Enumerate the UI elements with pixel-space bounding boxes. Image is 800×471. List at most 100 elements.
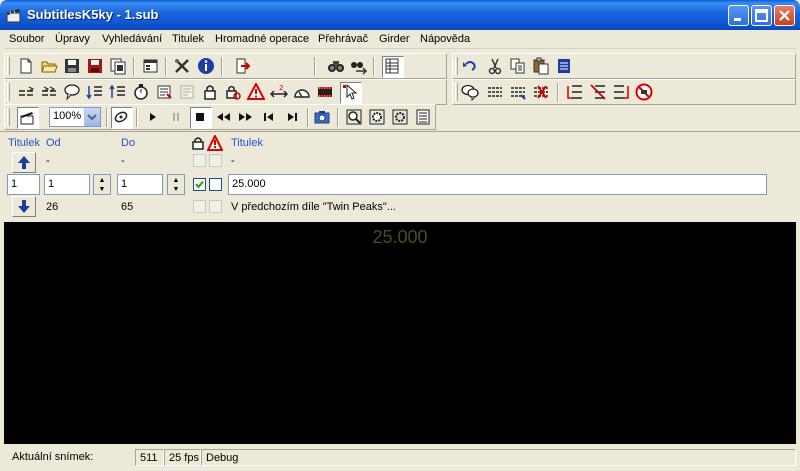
toolbar-grip[interactable] — [7, 83, 10, 101]
spin-up-icon[interactable]: ▲ — [94, 176, 110, 185]
index-input[interactable]: 1 — [7, 174, 40, 195]
warning-checkbox[interactable] — [209, 178, 222, 191]
stop-button[interactable] — [190, 107, 212, 129]
do-input[interactable]: 1 — [117, 174, 163, 195]
find-button[interactable] — [327, 57, 345, 75]
settings-frame-button[interactable] — [368, 108, 386, 126]
chevron-down-icon[interactable] — [84, 108, 100, 126]
merge-button[interactable] — [86, 83, 104, 101]
toolbar-separator — [373, 57, 375, 76]
copy-button[interactable] — [509, 57, 527, 75]
do-spinner[interactable]: ▲ ▼ — [167, 174, 185, 195]
gauge-button[interactable] — [293, 83, 311, 101]
warning-button[interactable] — [247, 83, 265, 101]
speech-button[interactable] — [63, 83, 81, 101]
spin-up-icon[interactable]: ▲ — [168, 176, 184, 185]
play-button[interactable] — [144, 108, 162, 126]
lines-edit-button[interactable] — [509, 83, 527, 101]
info-button[interactable] — [197, 57, 215, 75]
menu-hromadne-operace[interactable]: Hromadné operace — [215, 33, 309, 45]
toolbar-grip[interactable] — [7, 57, 10, 75]
menu-prehravac[interactable]: Přehrávač — [318, 33, 368, 45]
prev-subtitle-button[interactable] — [12, 152, 36, 173]
document-button[interactable] — [555, 57, 573, 75]
od-input[interactable]: 1 — [44, 174, 90, 195]
minimize-button[interactable] — [728, 5, 749, 26]
toolbar-grip[interactable] — [455, 57, 458, 75]
subtitle-text-input[interactable]: 25.000 — [228, 174, 767, 195]
grid-view-button[interactable] — [382, 56, 404, 78]
properties-button[interactable] — [142, 57, 160, 75]
spin-down-icon[interactable]: ▼ — [94, 185, 110, 194]
shift-button[interactable] — [17, 83, 35, 101]
paste-button[interactable] — [532, 57, 550, 75]
menu-vyhledavani[interactable]: Vyhledávání — [102, 33, 162, 45]
maximize-button[interactable] — [751, 5, 772, 26]
copy-file-button[interactable] — [109, 57, 127, 75]
exit-icon — [236, 58, 251, 74]
prev-frame-button[interactable] — [260, 108, 278, 126]
menu-girder[interactable]: Girder — [379, 33, 410, 45]
clapper-icon — [20, 112, 34, 125]
player-toolbar: 100% — [4, 104, 436, 130]
od-spinner[interactable]: ▲ ▼ — [93, 174, 111, 195]
video-preview[interactable]: 25.000 — [4, 222, 796, 444]
undo-button[interactable] — [461, 57, 479, 75]
save-button[interactable] — [63, 57, 81, 75]
header-do: Do — [121, 137, 136, 149]
sync-button[interactable] — [155, 83, 173, 101]
toolbar-grip[interactable] — [7, 108, 10, 126]
stretch-button[interactable]: 2 — [270, 83, 288, 101]
lines-button[interactable] — [486, 83, 504, 101]
pointer-button[interactable] — [340, 82, 362, 104]
zoom-select[interactable]: 100% — [49, 107, 101, 127]
list-frame-button[interactable] — [414, 108, 432, 126]
exit-button[interactable] — [233, 57, 251, 75]
speech-bubbles-button[interactable] — [461, 83, 479, 101]
next-frame-button[interactable] — [283, 108, 301, 126]
new-file-button[interactable] — [17, 57, 35, 75]
lines-delete-button[interactable] — [532, 83, 550, 101]
stopwatch-button[interactable] — [132, 83, 150, 101]
no-entry-button[interactable] — [635, 83, 653, 101]
zoom-frame-button[interactable] — [345, 108, 363, 126]
insert-after-button[interactable] — [612, 83, 630, 101]
sync-disabled-button[interactable] — [178, 83, 196, 101]
next-subtitle-button[interactable] — [12, 196, 36, 217]
clapper-button[interactable] — [17, 107, 39, 129]
rewind-button[interactable] — [214, 108, 232, 126]
tools-button[interactable] — [173, 57, 191, 75]
save-as-button[interactable] — [86, 57, 104, 75]
zoom-value: 100% — [53, 110, 82, 122]
split-button[interactable] — [109, 83, 127, 101]
menu-napoveda[interactable]: Nápověda — [420, 33, 470, 45]
lock-checkbox[interactable] — [193, 178, 206, 191]
settings-frame2-button[interactable] — [391, 108, 409, 126]
find-next-button[interactable] — [350, 57, 368, 75]
delete-row-icon — [590, 84, 606, 100]
toolbar-grip[interactable] — [455, 83, 458, 101]
lock-search-button[interactable] — [224, 83, 242, 101]
eject-button[interactable] — [111, 107, 133, 129]
copy-file-icon — [110, 58, 126, 75]
zoom-frame-icon — [346, 109, 362, 125]
shift-all-button[interactable] — [40, 83, 58, 101]
open-button[interactable] — [40, 57, 58, 75]
pause-button[interactable] — [167, 108, 185, 126]
spin-down-icon[interactable]: ▼ — [168, 185, 184, 194]
next-od: 26 — [46, 201, 59, 213]
menu-titulek[interactable]: Titulek — [172, 33, 204, 45]
lock-search-icon — [226, 85, 241, 100]
close-button[interactable] — [774, 5, 795, 26]
undo-icon — [463, 61, 476, 71]
camera-button[interactable] — [313, 108, 331, 126]
menu-soubor[interactable]: Soubor — [9, 33, 44, 45]
lock-button[interactable] — [201, 83, 219, 101]
film-button[interactable] — [316, 83, 334, 101]
cut-button[interactable] — [486, 57, 504, 75]
fast-forward-button[interactable] — [237, 108, 255, 126]
insert-before-button[interactable] — [566, 83, 584, 101]
menu-upravy[interactable]: Úpravy — [55, 33, 90, 45]
delete-row-button[interactable] — [589, 83, 607, 101]
lines-toolbar — [452, 79, 796, 105]
